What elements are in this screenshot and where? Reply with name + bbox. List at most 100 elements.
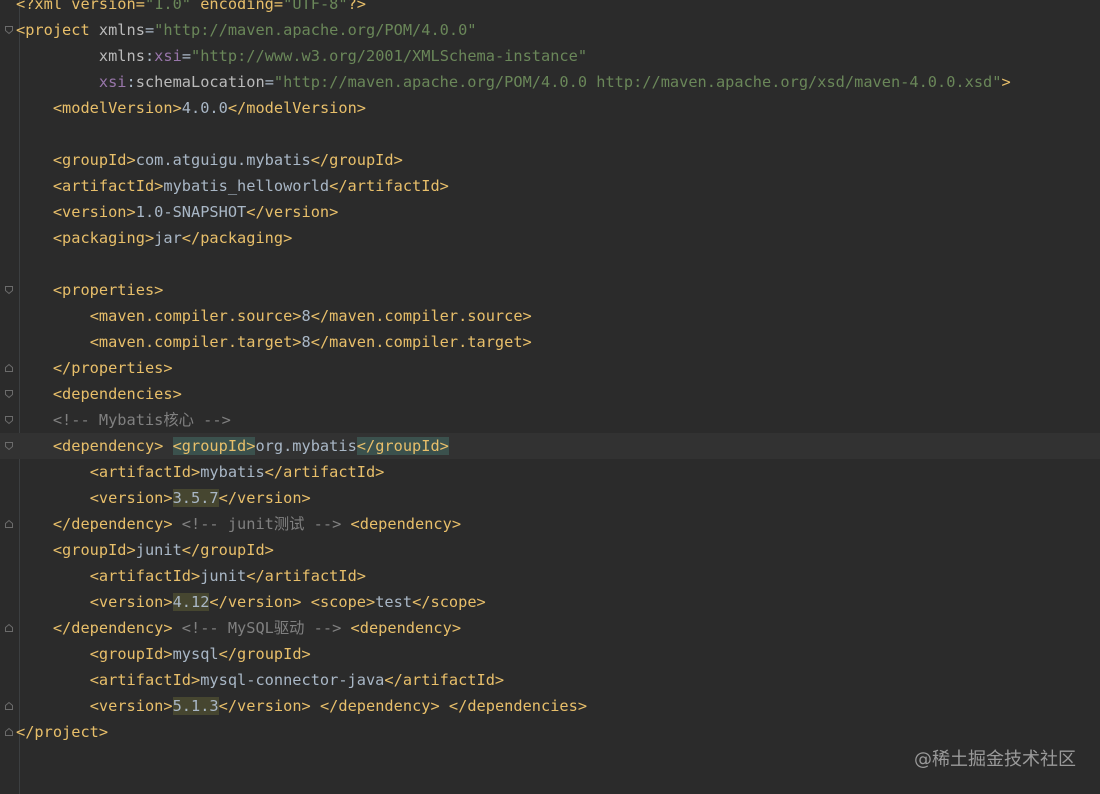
code-line[interactable]: <version>3.5.7</version> (0, 485, 1100, 511)
code-line-text: <version>4.12</version> <scope>test</sco… (16, 589, 486, 615)
code-line-text: <maven.compiler.target>8</maven.compiler… (16, 329, 532, 355)
fold-close-icon[interactable] (4, 519, 14, 529)
code-line[interactable]: <maven.compiler.source>8</maven.compiler… (0, 303, 1100, 329)
code-token: </version> (218, 489, 311, 507)
code-area[interactable]: <?xml version="1.0" encoding="UTF-8"?> <p… (0, 0, 1100, 745)
code-line[interactable]: <artifactId>mysql-connector-java</artifa… (0, 667, 1100, 693)
code-token: <version> (89, 593, 173, 611)
code-line[interactable]: </dependency> <!-- junit测试 --> <dependen… (0, 511, 1100, 537)
code-line[interactable]: <version>5.1.3</version> </dependency> <… (0, 693, 1100, 719)
code-line[interactable]: <packaging>jar</packaging> (0, 225, 1100, 251)
code-token: 1.0-SNAPSHOT (135, 203, 247, 221)
code-editor[interactable]: <?xml version="1.0" encoding="UTF-8"?> <p… (0, 0, 1100, 794)
code-token: ?> (347, 0, 366, 13)
code-line[interactable]: <modelVersion>4.0.0</modelVersion> (0, 95, 1100, 121)
code-token: "http://www.w3.org/2001/XMLSchema-instan… (191, 47, 588, 65)
code-token: 3.5.7 (172, 489, 219, 507)
code-line[interactable]: <groupId>com.atguigu.mybatis</groupId> (0, 147, 1100, 173)
code-line-text: <version>1.0-SNAPSHOT</version> (16, 199, 339, 225)
code-line-text: <project xmlns="http://maven.apache.org/… (16, 17, 477, 43)
code-line-text: <artifactId>junit</artifactId> (16, 563, 366, 589)
code-token: mysql-connector-java (200, 671, 385, 689)
code-token: <artifactId> (89, 463, 201, 481)
code-token: xmlns (98, 47, 145, 65)
code-token: </modelVersion> (227, 99, 366, 117)
code-line[interactable]: <groupId>junit</groupId> (0, 537, 1100, 563)
code-line[interactable]: <project xmlns="http://maven.apache.org/… (0, 17, 1100, 43)
code-line[interactable]: <version>1.0-SNAPSHOT</version> (0, 199, 1100, 225)
code-token: <groupId> (52, 541, 136, 559)
code-line[interactable]: <?xml version="1.0" encoding="UTF-8"?> (0, 0, 1100, 17)
code-token: jar (154, 229, 182, 247)
code-token: <groupId> (172, 437, 256, 455)
code-token: <modelVersion> (52, 99, 182, 117)
code-token: xsi (98, 73, 127, 91)
code-token: "http://maven.apache.org/POM/4.0.0" (154, 21, 477, 39)
code-line[interactable]: <artifactId>mybatis</artifactId> (0, 459, 1100, 485)
code-line[interactable]: <!-- Mybatis核心 --> (0, 407, 1100, 433)
code-token: </version> (218, 697, 311, 715)
code-line[interactable] (0, 251, 1100, 277)
code-line[interactable]: <artifactId>mybatis_helloworld</artifact… (0, 173, 1100, 199)
code-token: <maven.compiler.target> (89, 333, 302, 351)
code-token: <packaging> (52, 229, 155, 247)
fold-close-icon[interactable] (4, 623, 14, 633)
code-token: <dependency> (350, 619, 462, 637)
code-token: </dependencies> (448, 697, 588, 715)
fold-close-icon[interactable] (4, 701, 14, 711)
code-token: <!-- Mybatis核心 --> (52, 411, 231, 429)
code-line[interactable]: </dependency> <!-- MySQL驱动 --> <dependen… (0, 615, 1100, 641)
code-line[interactable]: <properties> (0, 277, 1100, 303)
code-token: xmlns (98, 21, 145, 39)
code-line[interactable]: </project> (0, 719, 1100, 745)
fold-close-icon[interactable] (4, 727, 14, 737)
code-token: = (144, 21, 155, 39)
code-line-text: <artifactId>mysql-connector-java</artifa… (16, 667, 504, 693)
fold-open-icon[interactable] (4, 25, 14, 35)
code-token: </properties> (52, 359, 173, 377)
code-line[interactable]: xsi:schemaLocation="http://maven.apache.… (0, 69, 1100, 95)
code-line-text: <artifactId>mybatis_helloworld</artifact… (16, 173, 449, 199)
code-line-text: xmlns:xsi="http://www.w3.org/2001/XMLSch… (16, 43, 587, 69)
code-token: </artifactId> (264, 463, 385, 481)
code-token: </version> (209, 593, 302, 611)
code-token: encoding= (191, 0, 284, 13)
fold-open-icon[interactable] (4, 441, 14, 451)
code-line[interactable]: <dependency> <groupId>org.mybatis</group… (0, 433, 1100, 459)
code-line[interactable]: xmlns:xsi="http://www.w3.org/2001/XMLSch… (0, 43, 1100, 69)
fold-open-icon[interactable] (4, 389, 14, 399)
code-token: xsi (154, 47, 182, 65)
code-token: mysql (172, 645, 219, 663)
code-token: <dependency> (52, 437, 173, 455)
code-line[interactable]: <artifactId>junit</artifactId> (0, 563, 1100, 589)
watermark: @稀土掘金技术社区 (914, 749, 1076, 770)
code-token: <artifactId> (89, 567, 201, 585)
fold-close-icon[interactable] (4, 363, 14, 373)
code-line[interactable]: </properties> (0, 355, 1100, 381)
fold-open-icon[interactable] (4, 415, 14, 425)
code-line[interactable]: <version>4.12</version> <scope>test</sco… (0, 589, 1100, 615)
code-line[interactable]: <maven.compiler.target>8</maven.compiler… (0, 329, 1100, 355)
code-token: <properties> (52, 281, 164, 299)
code-line[interactable]: <groupId>mysql</groupId> (0, 641, 1100, 667)
fold-open-icon[interactable] (4, 285, 14, 295)
code-line[interactable] (0, 121, 1100, 147)
code-token: </groupId> (218, 645, 311, 663)
code-line[interactable]: <dependencies> (0, 381, 1100, 407)
code-line-text: </properties> (16, 355, 173, 381)
